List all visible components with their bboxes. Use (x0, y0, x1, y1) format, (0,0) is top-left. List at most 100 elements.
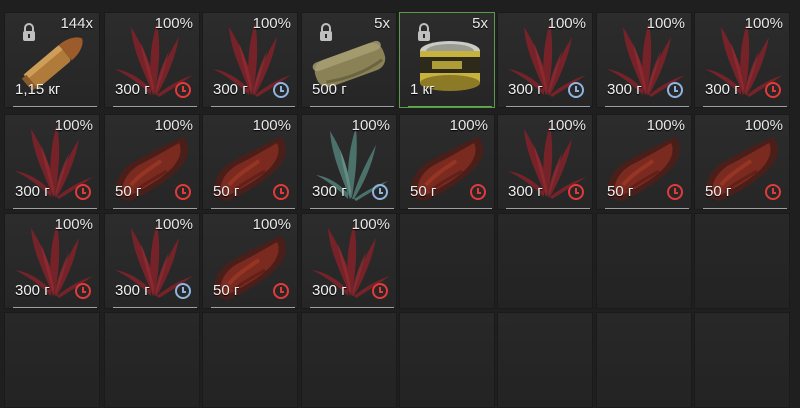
item-weight: 50 г (213, 282, 240, 299)
inventory-slot-red-plant[interactable]: 100% 300 г (4, 213, 100, 309)
red-timer-icon (568, 184, 584, 200)
condition-percent: 100% (351, 216, 390, 233)
stack-count: 5x (472, 15, 488, 32)
inventory-slot-red-plant[interactable]: 100% 300 г (301, 213, 397, 309)
inventory-slot-empty[interactable] (596, 312, 692, 408)
condition-percent: 100% (54, 216, 93, 233)
inventory-slot-red-plant[interactable]: 100% 300 г (104, 213, 200, 309)
slot-underline (13, 208, 97, 209)
item-weight: 300 г (312, 282, 347, 299)
item-weight: 500 г (312, 81, 347, 98)
inventory-slot-empty[interactable] (596, 213, 692, 309)
slot-underline (310, 208, 394, 209)
slot-underline (506, 208, 590, 209)
lock-icon (418, 23, 430, 41)
inventory-slot-meat[interactable]: 100% 50 г (399, 114, 495, 210)
condition-percent: 100% (547, 15, 586, 32)
inventory-slot-red-plant[interactable]: 100% 300 г (497, 12, 593, 108)
condition-percent: 100% (646, 117, 685, 134)
condition-percent: 100% (646, 15, 685, 32)
item-weight: 1,15 кг (15, 81, 61, 98)
inventory-slot-red-plant[interactable]: 100% 300 г (596, 12, 692, 108)
inventory-slot-meat[interactable]: 100% 50 г (596, 114, 692, 210)
blue-timer-icon (175, 283, 191, 299)
slot-underline (113, 208, 197, 209)
inventory-slot-empty[interactable] (497, 213, 593, 309)
inventory-slot-empty[interactable] (104, 312, 200, 408)
inventory-slot-canned-food[interactable]: 5x 1 кг (399, 12, 495, 108)
slot-underline (211, 208, 295, 209)
item-weight: 300 г (213, 81, 248, 98)
inventory-slot-meat[interactable]: 100% 50 г (202, 213, 298, 309)
item-weight: 300 г (15, 183, 50, 200)
inventory-slot-meat[interactable]: 100% 50 г (104, 114, 200, 210)
inventory-slot-empty[interactable] (4, 312, 100, 408)
red-timer-icon (273, 184, 289, 200)
lock-icon (23, 23, 35, 41)
stack-count: 144x (60, 15, 93, 32)
red-timer-icon (372, 283, 388, 299)
condition-percent: 100% (54, 117, 93, 134)
item-weight: 300 г (115, 282, 150, 299)
inventory-slot-red-plant[interactable]: 100% 300 г (694, 12, 790, 108)
item-weight: 50 г (115, 183, 142, 200)
inventory-slot-bullet[interactable]: 144x 1,15 кг (4, 12, 100, 108)
condition-percent: 100% (154, 216, 193, 233)
inventory-slot-meat[interactable]: 100% 50 г (202, 114, 298, 210)
slot-underline (211, 307, 295, 308)
inventory-slot-red-plant[interactable]: 100% 300 г (4, 114, 100, 210)
slot-underline (506, 106, 590, 107)
slot-underline (605, 106, 689, 107)
condition-percent: 100% (449, 117, 488, 134)
slot-underline (13, 307, 97, 308)
condition-percent: 100% (252, 117, 291, 134)
slot-underline (113, 106, 197, 107)
slot-underline (113, 307, 197, 308)
slot-underline (13, 106, 97, 107)
red-timer-icon (175, 82, 191, 98)
inventory-slot-empty[interactable] (694, 213, 790, 309)
inventory-slot-empty[interactable] (694, 312, 790, 408)
red-timer-icon (765, 184, 781, 200)
red-timer-icon (175, 184, 191, 200)
item-weight: 300 г (15, 282, 50, 299)
item-weight: 50 г (410, 183, 437, 200)
item-weight: 1 кг (410, 81, 435, 98)
blue-timer-icon (273, 82, 289, 98)
condition-percent: 100% (252, 15, 291, 32)
condition-percent: 100% (351, 117, 390, 134)
inventory-slot-cloth-bundle[interactable]: 5x 500 г (301, 12, 397, 108)
slot-underline (408, 208, 492, 209)
red-timer-icon (667, 184, 683, 200)
condition-percent: 100% (154, 117, 193, 134)
inventory-slot-empty[interactable] (301, 312, 397, 408)
inventory-slot-red-plant[interactable]: 100% 300 г (202, 12, 298, 108)
inventory-grid: 144x 1,15 кг 100% 300 г 100% 300 г 5x 50… (0, 0, 800, 408)
item-weight: 300 г (508, 183, 543, 200)
stack-count: 5x (374, 15, 390, 32)
inventory-slot-empty[interactable] (202, 312, 298, 408)
red-timer-icon (75, 184, 91, 200)
inventory-slot-teal-plant[interactable]: 100% 300 г (301, 114, 397, 210)
blue-timer-icon (667, 82, 683, 98)
item-weight: 50 г (705, 183, 732, 200)
inventory-slot-meat[interactable]: 100% 50 г (694, 114, 790, 210)
red-timer-icon (470, 184, 486, 200)
slot-underline (703, 208, 787, 209)
inventory-slot-empty[interactable] (497, 312, 593, 408)
inventory-slot-red-plant[interactable]: 100% 300 г (497, 114, 593, 210)
slot-underline (310, 307, 394, 308)
red-timer-icon (273, 283, 289, 299)
condition-percent: 100% (252, 216, 291, 233)
lock-icon (320, 23, 332, 41)
condition-percent: 100% (744, 117, 783, 134)
inventory-slot-red-plant[interactable]: 100% 300 г (104, 12, 200, 108)
slot-underline (703, 106, 787, 107)
red-timer-icon (75, 283, 91, 299)
item-weight: 300 г (115, 81, 150, 98)
inventory-slot-empty[interactable] (399, 312, 495, 408)
inventory-slot-empty[interactable] (399, 213, 495, 309)
condition-percent: 100% (547, 117, 586, 134)
item-weight: 300 г (705, 81, 740, 98)
item-weight: 300 г (607, 81, 642, 98)
